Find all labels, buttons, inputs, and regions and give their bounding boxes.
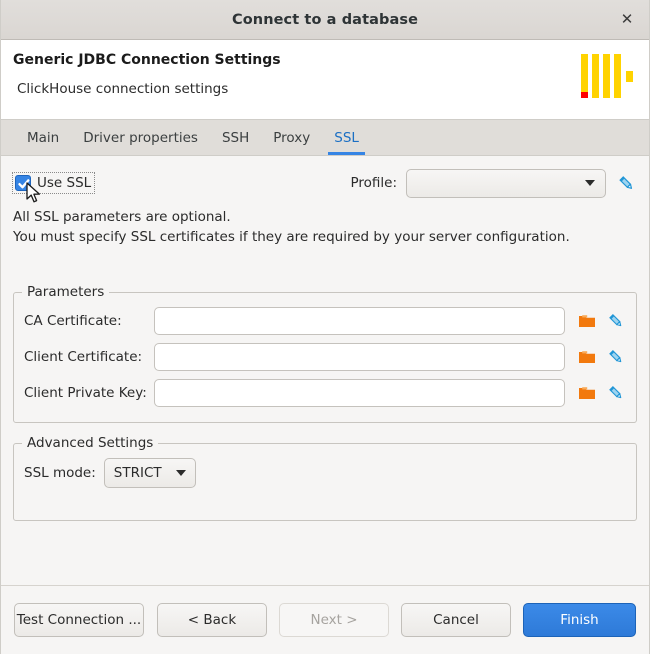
page-title: Generic JDBC Connection Settings (13, 52, 635, 69)
client-private-key-label: Client Private Key: (24, 385, 154, 401)
ssl-mode-dropdown[interactable]: STRICT (104, 458, 196, 488)
client-certificate-label: Client Certificate: (24, 349, 154, 365)
parameters-group: Parameters CA Certificate: (13, 292, 637, 423)
tab-ssl[interactable]: SSL (322, 120, 371, 155)
settings-tabs: Main Driver properties SSH Proxy SSL (1, 119, 649, 156)
ssl-hint-text: All SSL parameters are optional. You mus… (13, 207, 637, 247)
chevron-down-icon (585, 180, 595, 186)
advanced-settings-group: Advanced Settings SSL mode: STRICT (13, 443, 637, 521)
profile-control-group: Profile: (350, 169, 637, 198)
window-title: Connect to a database (232, 12, 418, 28)
ssl-mode-value: STRICT (114, 465, 162, 481)
ssl-hint-line-1: All SSL parameters are optional. (13, 207, 637, 227)
use-ssl-row: Use SSL Profile: (13, 168, 637, 198)
check-icon (17, 177, 31, 191)
ca-certificate-edit-pencil-icon[interactable] (606, 311, 626, 331)
ca-certificate-label: CA Certificate: (24, 313, 154, 329)
page-subtitle: ClickHouse connection settings (17, 81, 635, 97)
profile-edit-pencil-icon[interactable] (615, 172, 637, 194)
ca-certificate-row: CA Certificate: (24, 307, 626, 335)
client-certificate-folder-icon[interactable] (577, 347, 597, 367)
client-private-key-folder-icon[interactable] (577, 383, 597, 403)
client-certificate-row: Client Certificate: (24, 343, 626, 371)
client-certificate-input[interactable] (154, 343, 565, 371)
close-icon[interactable]: ✕ (613, 6, 641, 34)
finish-button[interactable]: Finish (523, 603, 636, 637)
clickhouse-logo (579, 48, 637, 106)
next-button: Next > (279, 603, 389, 637)
client-private-key-edit-pencil-icon[interactable] (606, 383, 626, 403)
chevron-down-icon (176, 470, 186, 476)
tab-driver-properties[interactable]: Driver properties (71, 120, 210, 155)
ca-certificate-folder-icon[interactable] (577, 311, 597, 331)
use-ssl-checkbox[interactable]: Use SSL (13, 173, 94, 193)
connect-to-database-dialog: Connect to a database ✕ Generic JDBC Con… (0, 0, 650, 654)
titlebar: Connect to a database ✕ (1, 0, 649, 40)
ssl-mode-label: SSL mode: (24, 465, 96, 481)
advanced-settings-group-title: Advanced Settings (22, 435, 158, 451)
client-certificate-edit-pencil-icon[interactable] (606, 347, 626, 367)
tab-ssh[interactable]: SSH (210, 120, 261, 155)
parameters-group-title: Parameters (22, 284, 109, 300)
ssl-mode-row: SSL mode: STRICT (24, 458, 626, 488)
client-private-key-row: Client Private Key: (24, 379, 626, 407)
ssl-settings-panel: Use SSL Profile: (1, 156, 649, 585)
checkbox-box (15, 175, 31, 191)
test-connection-button[interactable]: Test Connection ... (14, 603, 144, 637)
tab-main[interactable]: Main (15, 120, 71, 155)
client-private-key-input[interactable] (154, 379, 565, 407)
back-button[interactable]: < Back (157, 603, 267, 637)
dialog-footer: Test Connection ... < Back Next > Cancel… (1, 585, 649, 654)
cancel-button[interactable]: Cancel (401, 603, 511, 637)
ca-certificate-input[interactable] (154, 307, 565, 335)
dialog-header: Generic JDBC Connection Settings ClickHo… (1, 40, 649, 119)
profile-label: Profile: (350, 175, 397, 191)
wizard-nav-buttons: < Back Next > Cancel Finish (157, 603, 636, 637)
tab-proxy[interactable]: Proxy (261, 120, 322, 155)
profile-dropdown[interactable] (406, 169, 606, 198)
use-ssl-label: Use SSL (37, 175, 91, 191)
ssl-hint-line-2: You must specify SSL certificates if the… (13, 227, 637, 247)
